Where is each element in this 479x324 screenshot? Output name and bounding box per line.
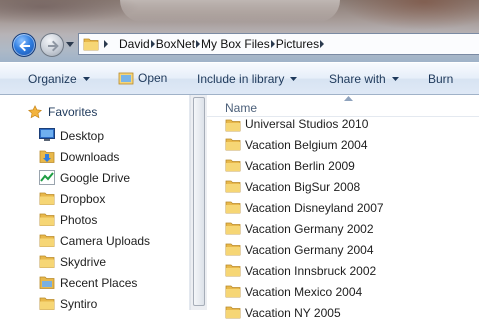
nav-item-camera-uploads[interactable]: Camera Uploads: [39, 231, 151, 251]
file-name: Vacation Germany 2004: [245, 243, 374, 257]
open-button[interactable]: Open: [118, 70, 167, 86]
address-bar[interactable]: David BoxNet My Box Files Pictures: [78, 33, 479, 55]
nav-item-label: Skydrive: [60, 255, 107, 269]
downloads-folder-icon: [39, 150, 55, 163]
nav-item-label: Dropbox: [60, 192, 106, 206]
navigation-pane: Favorites Desktop Downloads Google Drive…: [0, 95, 190, 311]
column-header-name[interactable]: Name: [207, 95, 479, 117]
nav-item-label: Camera Uploads: [60, 234, 151, 248]
breadcrumb-separator-icon[interactable]: [319, 40, 325, 48]
nav-item-dropbox[interactable]: Dropbox: [39, 189, 106, 209]
burn-label: Burn: [428, 72, 454, 86]
nav-item-photos[interactable]: Photos: [39, 210, 98, 230]
back-button[interactable]: [12, 33, 36, 57]
file-name: Vacation Belgium 2004: [245, 138, 368, 152]
file-name: Universal Studios 2010: [245, 117, 369, 131]
google-drive-icon: [39, 170, 55, 185]
folder-icon: [225, 222, 241, 235]
sort-ascending-icon: [344, 96, 353, 101]
nav-item-desktop[interactable]: Desktop: [39, 126, 105, 146]
recent-pages-dropdown[interactable]: [66, 42, 74, 48]
folder-icon: [225, 306, 241, 319]
star-icon: [28, 105, 42, 119]
burn-button[interactable]: Burn: [428, 72, 453, 86]
folder-icon: [225, 201, 241, 214]
folder-icon: [225, 264, 241, 277]
organize-button[interactable]: Organize: [28, 72, 90, 86]
nav-item-skydrive[interactable]: Skydrive: [39, 252, 107, 272]
include-in-library-label: Include in library: [197, 72, 285, 86]
folder-icon: [225, 138, 241, 151]
favorites-label: Favorites: [48, 105, 98, 119]
folder-icon: [39, 234, 55, 247]
forward-arrow-icon: [48, 40, 59, 52]
file-name: Vacation BigSur 2008: [245, 180, 361, 194]
breadcrumb-separator-icon[interactable]: [103, 40, 109, 48]
share-with-button[interactable]: Share with: [329, 72, 399, 86]
folder-icon: [225, 243, 241, 256]
breadcrumb-boxnet[interactable]: BoxNet: [156, 37, 195, 51]
nav-item-label: Downloads: [60, 150, 120, 164]
nav-item-label: Photos: [60, 213, 98, 227]
scrollbar-thumb[interactable]: [193, 97, 205, 306]
chevron-down-icon: [391, 77, 399, 81]
file-name: Vacation Disneyland 2007: [245, 201, 384, 215]
breadcrumb-my-box-files[interactable]: My Box Files: [201, 37, 270, 51]
share-with-label: Share with: [329, 72, 386, 86]
folder-icon: [225, 119, 241, 132]
folder-icon: [39, 213, 55, 226]
column-header-label: Name: [225, 101, 258, 115]
folder-icon: [39, 297, 55, 310]
chevron-down-icon: [82, 77, 90, 81]
nav-item-label: Desktop: [60, 129, 105, 143]
desktop-icon: [39, 128, 55, 141]
command-bar: Organize Open Include in library Share w…: [0, 62, 479, 95]
back-arrow-icon: [19, 40, 30, 52]
breadcrumb-david[interactable]: David: [119, 37, 150, 51]
folder-icon: [225, 285, 241, 298]
file-name: Vacation NY 2005: [245, 306, 341, 320]
navigation-pane-scrollbar[interactable]: [190, 95, 207, 310]
file-name: Vacation Germany 2002: [245, 222, 374, 236]
file-name: Vacation Berlin 2009: [245, 159, 355, 173]
nav-item-google-drive[interactable]: Google Drive: [39, 168, 131, 188]
organize-label: Organize: [28, 72, 77, 86]
breadcrumb-pictures[interactable]: Pictures: [276, 37, 319, 51]
file-name: Vacation Mexico 2004: [245, 285, 363, 299]
chevron-down-icon: [290, 77, 298, 81]
folder-icon: [39, 255, 55, 268]
file-name: Vacation Innsbruck 2002: [245, 264, 377, 278]
folder-icon: [83, 38, 99, 51]
nav-item-label: Syntiro: [60, 297, 98, 311]
nav-item-syntiro[interactable]: Syntiro: [39, 294, 98, 314]
forward-button[interactable]: [40, 33, 64, 57]
recent-places-icon: [39, 276, 55, 289]
open-file-icon: [118, 72, 134, 85]
nav-item-downloads[interactable]: Downloads: [39, 147, 120, 167]
nav-item-label: Google Drive: [60, 171, 131, 185]
favorites-header[interactable]: Favorites: [28, 105, 97, 119]
file-list: Name Universal Studios 2010 Vacation Bel…: [207, 95, 479, 320]
folder-icon: [225, 180, 241, 193]
folder-icon: [39, 192, 55, 205]
open-label: Open: [138, 71, 168, 85]
nav-item-label: Recent Places: [60, 276, 138, 290]
include-in-library-button[interactable]: Include in library: [197, 72, 298, 86]
folder-icon: [225, 159, 241, 172]
nav-item-recent-places[interactable]: Recent Places: [39, 273, 138, 293]
